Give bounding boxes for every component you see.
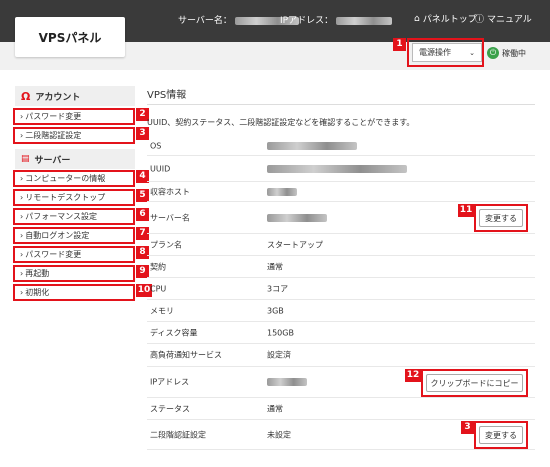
panel-top-label: パネルトップ (422, 15, 477, 25)
info-row-contract: 契約 通常 (147, 256, 535, 278)
info-row-load-alert: 高負荷通知サービス 設定済 (147, 344, 535, 367)
row-key: OS (150, 141, 162, 150)
info-row-status: ステータス 通常 (147, 398, 535, 420)
highlight-box-5 (13, 189, 135, 206)
sidebar-head-server: ▤ サーバー (15, 149, 135, 169)
row-value: スタートアップ (267, 240, 323, 249)
annotation-12: 12 (405, 369, 421, 382)
panel-top-link[interactable]: ⌂ パネルトップ (414, 12, 477, 26)
row-key: プラン名 (150, 240, 182, 249)
ip-info: IPアドレス： (280, 13, 392, 26)
highlight-box-9 (13, 265, 135, 282)
ip-value-redacted (267, 378, 307, 386)
info-row-os: OS (147, 136, 535, 156)
row-key: 収容ホスト (150, 187, 190, 196)
row-value: 設定済 (267, 350, 291, 360)
annotation-11: 11 (458, 204, 474, 217)
manual-link[interactable]: ⓘ マニュアル (475, 12, 532, 25)
info-row-memory: メモリ 3GB (147, 300, 535, 322)
os-value-redacted (267, 141, 357, 150)
annotation-3b: 3 (461, 421, 474, 434)
highlight-box-11 (474, 204, 528, 232)
info-row-cpu: CPU 3コア (147, 278, 535, 300)
highlight-box-8 (13, 246, 135, 263)
server-status: ⏻ 稼働中 (487, 47, 526, 59)
row-key: 高負荷通知サービス (150, 350, 222, 360)
row-key: CPU (150, 284, 167, 293)
row-value: 未設定 (267, 430, 291, 439)
highlight-box-2 (13, 108, 135, 125)
row-value: 3コア (267, 284, 289, 293)
info-row-plan: プラン名 スタートアップ (147, 234, 535, 256)
row-value: 150GB (267, 328, 294, 337)
row-key: メモリ (150, 306, 174, 315)
row-value: 3GB (267, 306, 284, 315)
ip-label: IPアドレス： (280, 16, 334, 26)
user-icon: Ω (21, 89, 31, 103)
sidebar-head-account-label: アカウント (35, 92, 81, 103)
row-value: 通常 (267, 262, 283, 271)
row-key: IPアドレス (150, 377, 190, 387)
uuid-value-redacted (267, 164, 407, 173)
highlight-box-4 (13, 170, 135, 187)
page-title: VPS情報 (147, 90, 187, 101)
server-name-value-redacted (267, 213, 327, 222)
status-label: 稼働中 (502, 48, 526, 58)
row-key: 契約 (150, 262, 166, 271)
highlight-box-3b (474, 421, 528, 449)
info-row-host: 収容ホスト (147, 182, 535, 202)
highlight-box-1 (407, 38, 484, 67)
row-key: 二段階認証設定 (150, 430, 206, 439)
server-icon: ▤ (21, 154, 30, 164)
annotation-1: 1 (393, 38, 406, 51)
server-name-label: サーバー名： (178, 16, 232, 26)
highlight-box-6 (13, 208, 135, 225)
home-icon: ⌂ (414, 13, 420, 24)
page-description: UUID、契約ステータス、二段階認証設定などを確認することができます。 (147, 118, 415, 127)
manual-label: マニュアル (487, 15, 532, 25)
sidebar-head-account: Ω アカウント (15, 86, 135, 106)
highlight-box-3 (13, 127, 135, 144)
ip-redacted (335, 16, 392, 25)
sidebar-head-server-label: サーバー (34, 155, 71, 166)
highlight-box-12 (421, 369, 528, 397)
info-row-disk: ディスク容量 150GB (147, 322, 535, 344)
row-key: ディスク容量 (150, 328, 198, 337)
host-value-redacted (267, 187, 297, 196)
app-logo[interactable]: VPSパネル (15, 17, 125, 57)
power-icon: ⏻ (487, 47, 499, 59)
highlight-box-7 (13, 227, 135, 244)
info-row-uuid: UUID (147, 156, 535, 182)
row-key: UUID (150, 164, 171, 173)
row-value: 通常 (267, 404, 283, 413)
row-key: サーバー名 (150, 213, 190, 222)
help-icon: ⓘ (475, 15, 485, 25)
highlight-box-10 (13, 284, 135, 301)
divider (147, 104, 535, 105)
row-key: ステータス (150, 404, 190, 413)
